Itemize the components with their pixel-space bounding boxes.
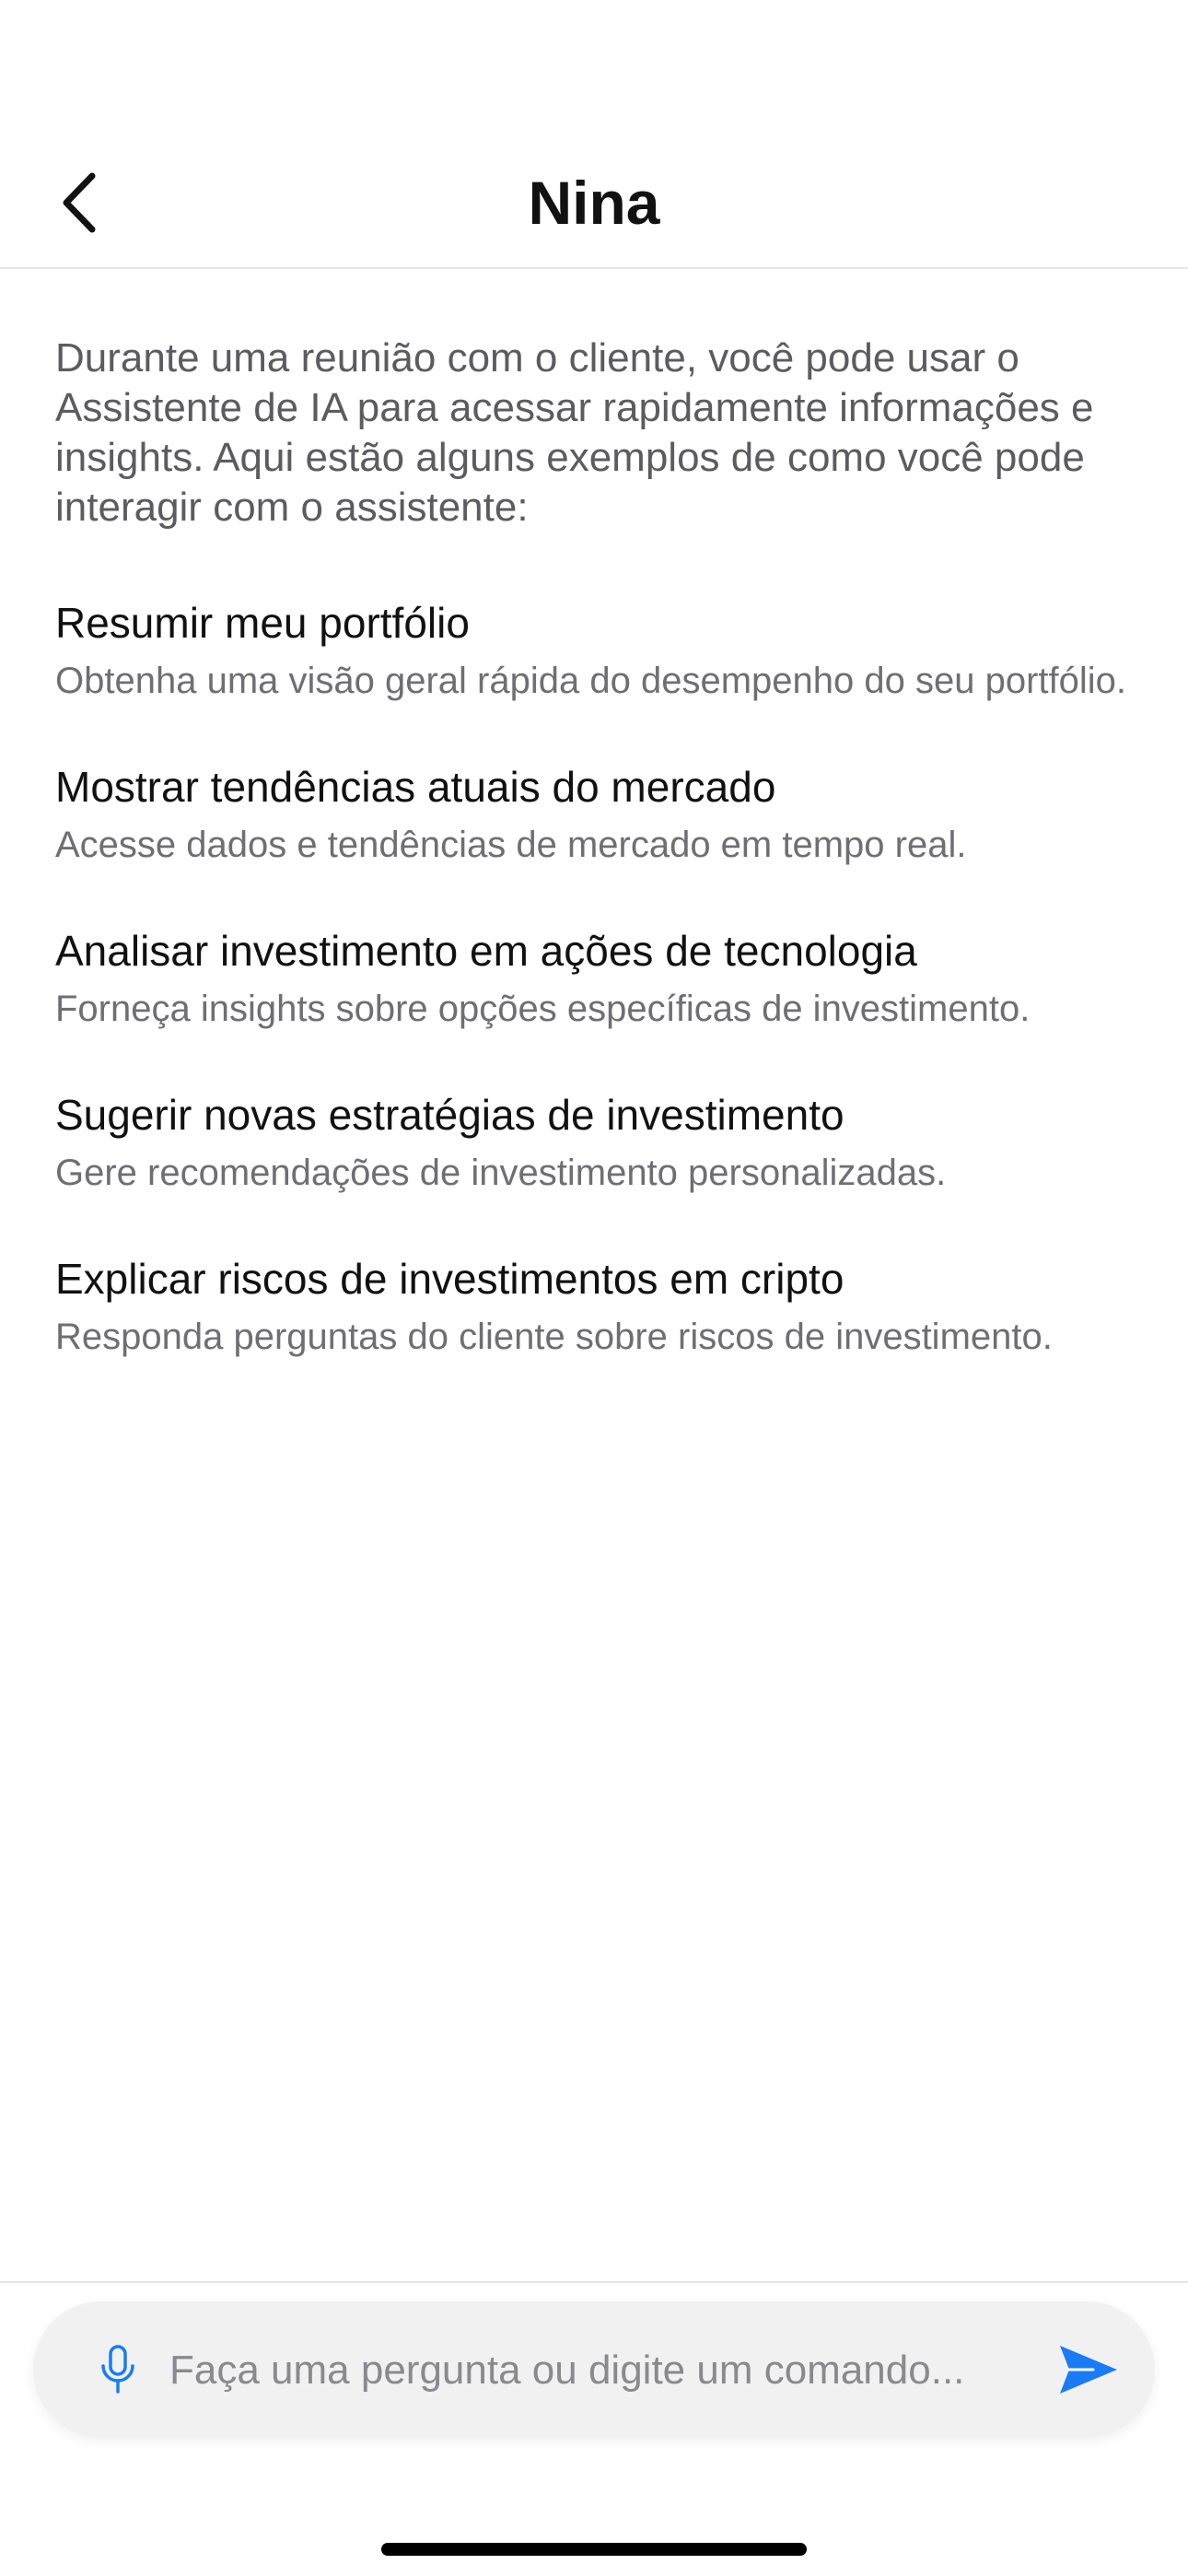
send-button[interactable] — [1050, 2333, 1127, 2406]
suggestion-item[interactable]: Mostrar tendências atuais do mercado Ace… — [55, 761, 1133, 868]
assistant-intro-content: Durante uma reunião com o cliente, você … — [55, 334, 1133, 1417]
navigation-bar: Nina — [0, 0, 1188, 269]
suggestion-item[interactable]: Analisar investimento em ações de tecnol… — [55, 925, 1133, 1032]
prompt-input[interactable] — [169, 2338, 1026, 2403]
suggestion-description: Forneça insights sobre opções específica… — [55, 989, 1031, 1029]
suggestion-item[interactable]: Explicar riscos de investimentos em crip… — [55, 1253, 1133, 1360]
suggestion-title: Mostrar tendências atuais do mercado — [55, 763, 776, 811]
suggestion-description: Acesse dados e tendências de mercado em … — [55, 825, 967, 865]
home-indicator — [381, 2543, 807, 2556]
suggestion-title: Resumir meu portfólio — [55, 599, 470, 647]
suggestion-title: Sugerir novas estratégias de investiment… — [55, 1091, 844, 1139]
composer-divider — [0, 2281, 1188, 2283]
suggestion-description: Obtenha uma visão geral rápida do desemp… — [55, 661, 1126, 701]
microphone-button[interactable] — [83, 2335, 153, 2405]
page-title: Nina — [528, 169, 660, 237]
send-icon — [1060, 2346, 1117, 2394]
microphone-icon — [101, 2345, 134, 2394]
suggestion-description: Gere recomendações de investimento perso… — [55, 1153, 947, 1193]
suggestion-title: Analisar investimento em ações de tecnol… — [55, 927, 917, 975]
suggestion-description: Responda perguntas do cliente sobre risc… — [55, 1317, 1053, 1357]
suggestion-item[interactable]: Sugerir novas estratégias de investiment… — [55, 1089, 1133, 1196]
suggestion-title: Explicar riscos de investimentos em crip… — [55, 1255, 844, 1303]
message-composer — [33, 2301, 1155, 2438]
suggestion-item[interactable]: Resumir meu portfólio Obtenha uma visão … — [55, 597, 1133, 704]
intro-text: Durante uma reunião com o cliente, você … — [55, 335, 1094, 530]
